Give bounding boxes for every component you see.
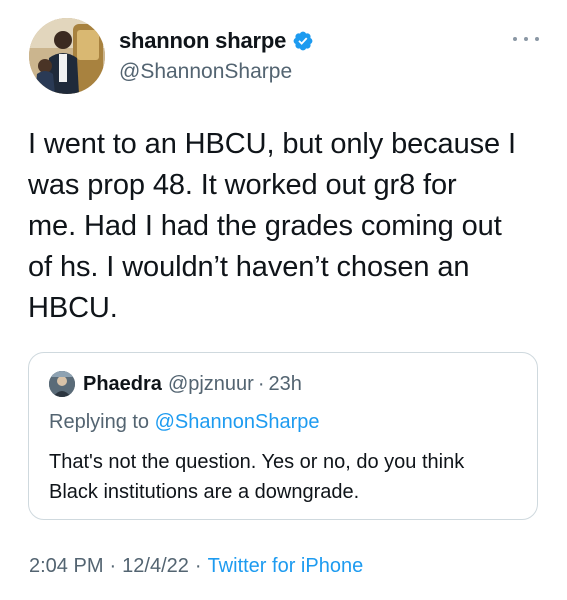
quoted-text: That's not the question. Yes or no, do y… [49,447,464,507]
verified-badge-icon [293,31,313,51]
quoted-display-name[interactable]: Phaedra [83,373,162,396]
tweet-time[interactable]: 2:04 PM [29,555,103,577]
quoted-separator: · [257,372,265,395]
tweet-source-link[interactable]: Twitter for iPhone [208,555,364,577]
quoted-handle[interactable]: @pjznuur [168,373,254,396]
tweet-card: shannon sharpe @ShannonSharpe I went to … [0,0,567,600]
meta-separator: · [194,555,202,577]
quoted-text-line: Black institutions are a downgrade. [49,481,360,503]
quoted-replying-to: Replying to @ShannonSharpe [49,411,320,434]
dot [513,37,517,41]
tweet-meta: 2:04 PM · 12/4/22 · Twitter for iPhone [29,555,363,578]
replying-prefix: Replying to [49,411,155,433]
avatar-photo-icon [29,18,105,94]
quoted-avatar-photo-icon [49,371,75,397]
quoted-avatar[interactable] [49,371,75,397]
quoted-tweet[interactable]: Phaedra @pjznuur · 23h Replying to @Shan… [28,352,538,520]
quoted-header: Phaedra @pjznuur · 23h [49,369,302,399]
tweet-text-line: I went to an HBCU, but only because I [28,128,516,160]
author-handle[interactable]: @ShannonSharpe [119,60,292,84]
author-avatar[interactable] [29,18,105,94]
quoted-time[interactable]: 23h [269,373,302,396]
tweet-text-line: me. Had I had the grades coming out [28,210,502,242]
more-dots-icon[interactable] [513,34,539,44]
dot [535,37,539,41]
tweet-text-line: was prop 48. It worked out gr8 for [28,169,457,201]
tweet-text-line: of hs. I wouldn’t haven’t chosen an [28,251,470,283]
author-display-name[interactable]: shannon sharpe [119,28,286,54]
tweet-text: I went to an HBCU, but only because I wa… [28,124,548,329]
dot [524,37,528,41]
replying-to-link[interactable]: @ShannonSharpe [155,411,320,433]
meta-separator: · [109,555,117,577]
tweet-date[interactable]: 12/4/22 [122,555,189,577]
author-name-row: shannon sharpe [119,27,314,55]
tweet-text-line: HBCU. [28,292,118,324]
quoted-text-line: That's not the question. Yes or no, do y… [49,451,465,473]
